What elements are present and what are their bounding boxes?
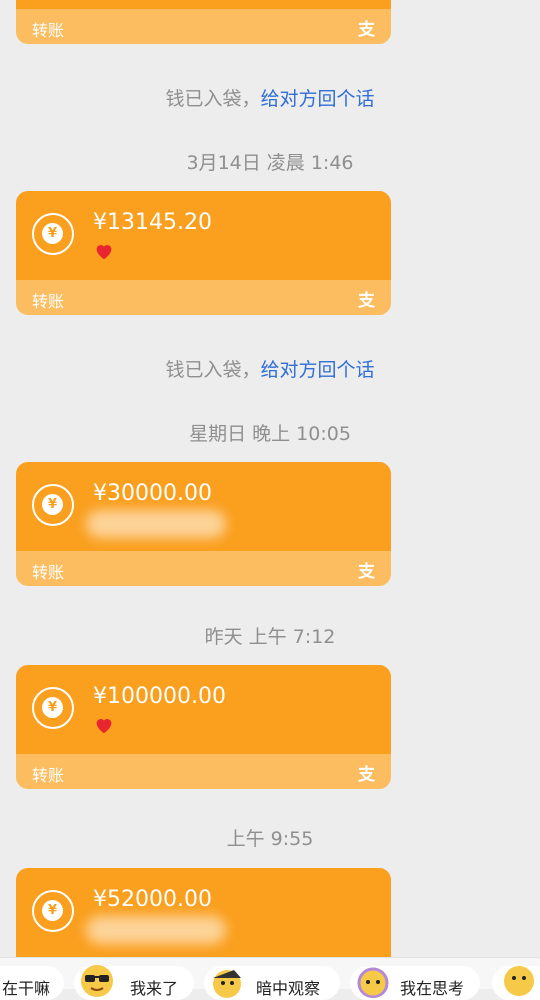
- transfer-label: 转账: [32, 21, 65, 40]
- quick-reply-label: 暗中观察: [256, 979, 321, 998]
- transfer-card[interactable]: ¥ ¥13145.20 转账 支: [16, 191, 391, 315]
- transfer-card-footer: 转账 支: [16, 754, 391, 789]
- quick-reply-chip[interactable]: 我在思考: [350, 966, 480, 1000]
- reply-link[interactable]: 给对方回个话: [261, 359, 375, 381]
- transfer-label: 转账: [32, 563, 65, 582]
- alipay-icon: 支: [358, 562, 375, 582]
- transfer-amount: ¥52000.00: [93, 887, 212, 912]
- message-timestamp: 3月14日 凌晨 1:46: [186, 152, 354, 174]
- transfer-amount: ¥30000.00: [93, 481, 212, 506]
- alipay-icon: 支: [358, 291, 375, 311]
- peeking-emoji-icon: [213, 970, 241, 998]
- transfer-card-top: ¥ ¥52000.00: [16, 868, 391, 957]
- transfer-card[interactable]: ¥ ¥30000.00 转账 支: [16, 462, 391, 586]
- transfer-card-footer: 转账 支: [16, 551, 391, 586]
- heart-icon: [96, 719, 112, 734]
- transfer-coin-icon: ¥: [32, 213, 74, 255]
- transfer-card-footer: 转账 支: [16, 9, 391, 44]
- alipay-icon: 支: [358, 765, 375, 785]
- reply-link[interactable]: 给对方回个话: [261, 88, 375, 110]
- redacted-note: [86, 510, 226, 538]
- message-timestamp: 昨天 上午 7:12: [204, 626, 336, 648]
- quick-reply-chip[interactable]: 暗中观察: [204, 966, 340, 1000]
- thinking-emoji-icon: [357, 967, 389, 998]
- receipt-notice-text: 钱已入袋，: [165, 88, 261, 110]
- transfer-coin-icon: ¥: [32, 687, 74, 729]
- heart-icon: [96, 245, 112, 260]
- receipt-notice: 钱已入袋，给对方回个话: [0, 84, 540, 111]
- quick-reply-chip[interactable]: [492, 966, 540, 1000]
- transfer-label: 转账: [32, 292, 65, 311]
- transfer-amount: ¥13145.20: [93, 210, 212, 235]
- transfer-label: 转账: [32, 766, 65, 785]
- message-timestamp: 上午 9:55: [226, 828, 314, 850]
- quick-reply-label: 我在思考: [400, 979, 465, 998]
- smile-emoji-icon: [504, 966, 534, 996]
- transfer-card-top: ¥ ¥30000.00: [16, 462, 391, 551]
- quick-reply-chip[interactable]: 在干嘛: [0, 966, 64, 1000]
- message-timestamp: 星期日 晚上 10:05: [189, 423, 351, 445]
- transfer-coin-icon: ¥: [32, 890, 74, 932]
- receipt-notice-text: 钱已入袋，: [165, 359, 261, 381]
- transfer-card-footer: 转账 支: [16, 280, 391, 315]
- transfer-card-top: ¥ ¥13145.20: [16, 191, 391, 280]
- transfer-coin-icon: ¥: [32, 484, 74, 526]
- transfer-card-top: [16, 0, 391, 9]
- quick-reply-label: 我来了: [130, 979, 179, 998]
- transfer-card-top: ¥ ¥100000.00: [16, 665, 391, 754]
- transfer-card[interactable]: 转账 支: [16, 0, 391, 44]
- transfer-amount: ¥100000.00: [93, 684, 226, 709]
- receipt-notice: 钱已入袋，给对方回个话: [0, 355, 540, 382]
- alipay-icon: 支: [358, 20, 375, 40]
- transfer-card[interactable]: ¥ ¥100000.00 转账 支: [16, 665, 391, 789]
- sunglasses-emoji-icon: [81, 965, 113, 997]
- quick-reply-label: 在干嘛: [2, 979, 51, 998]
- quick-reply-bar: 在干嘛 我来了 暗中观察 我在思考: [0, 957, 540, 1000]
- quick-reply-chip[interactable]: 我来了: [74, 965, 194, 1000]
- redacted-note: [86, 916, 226, 944]
